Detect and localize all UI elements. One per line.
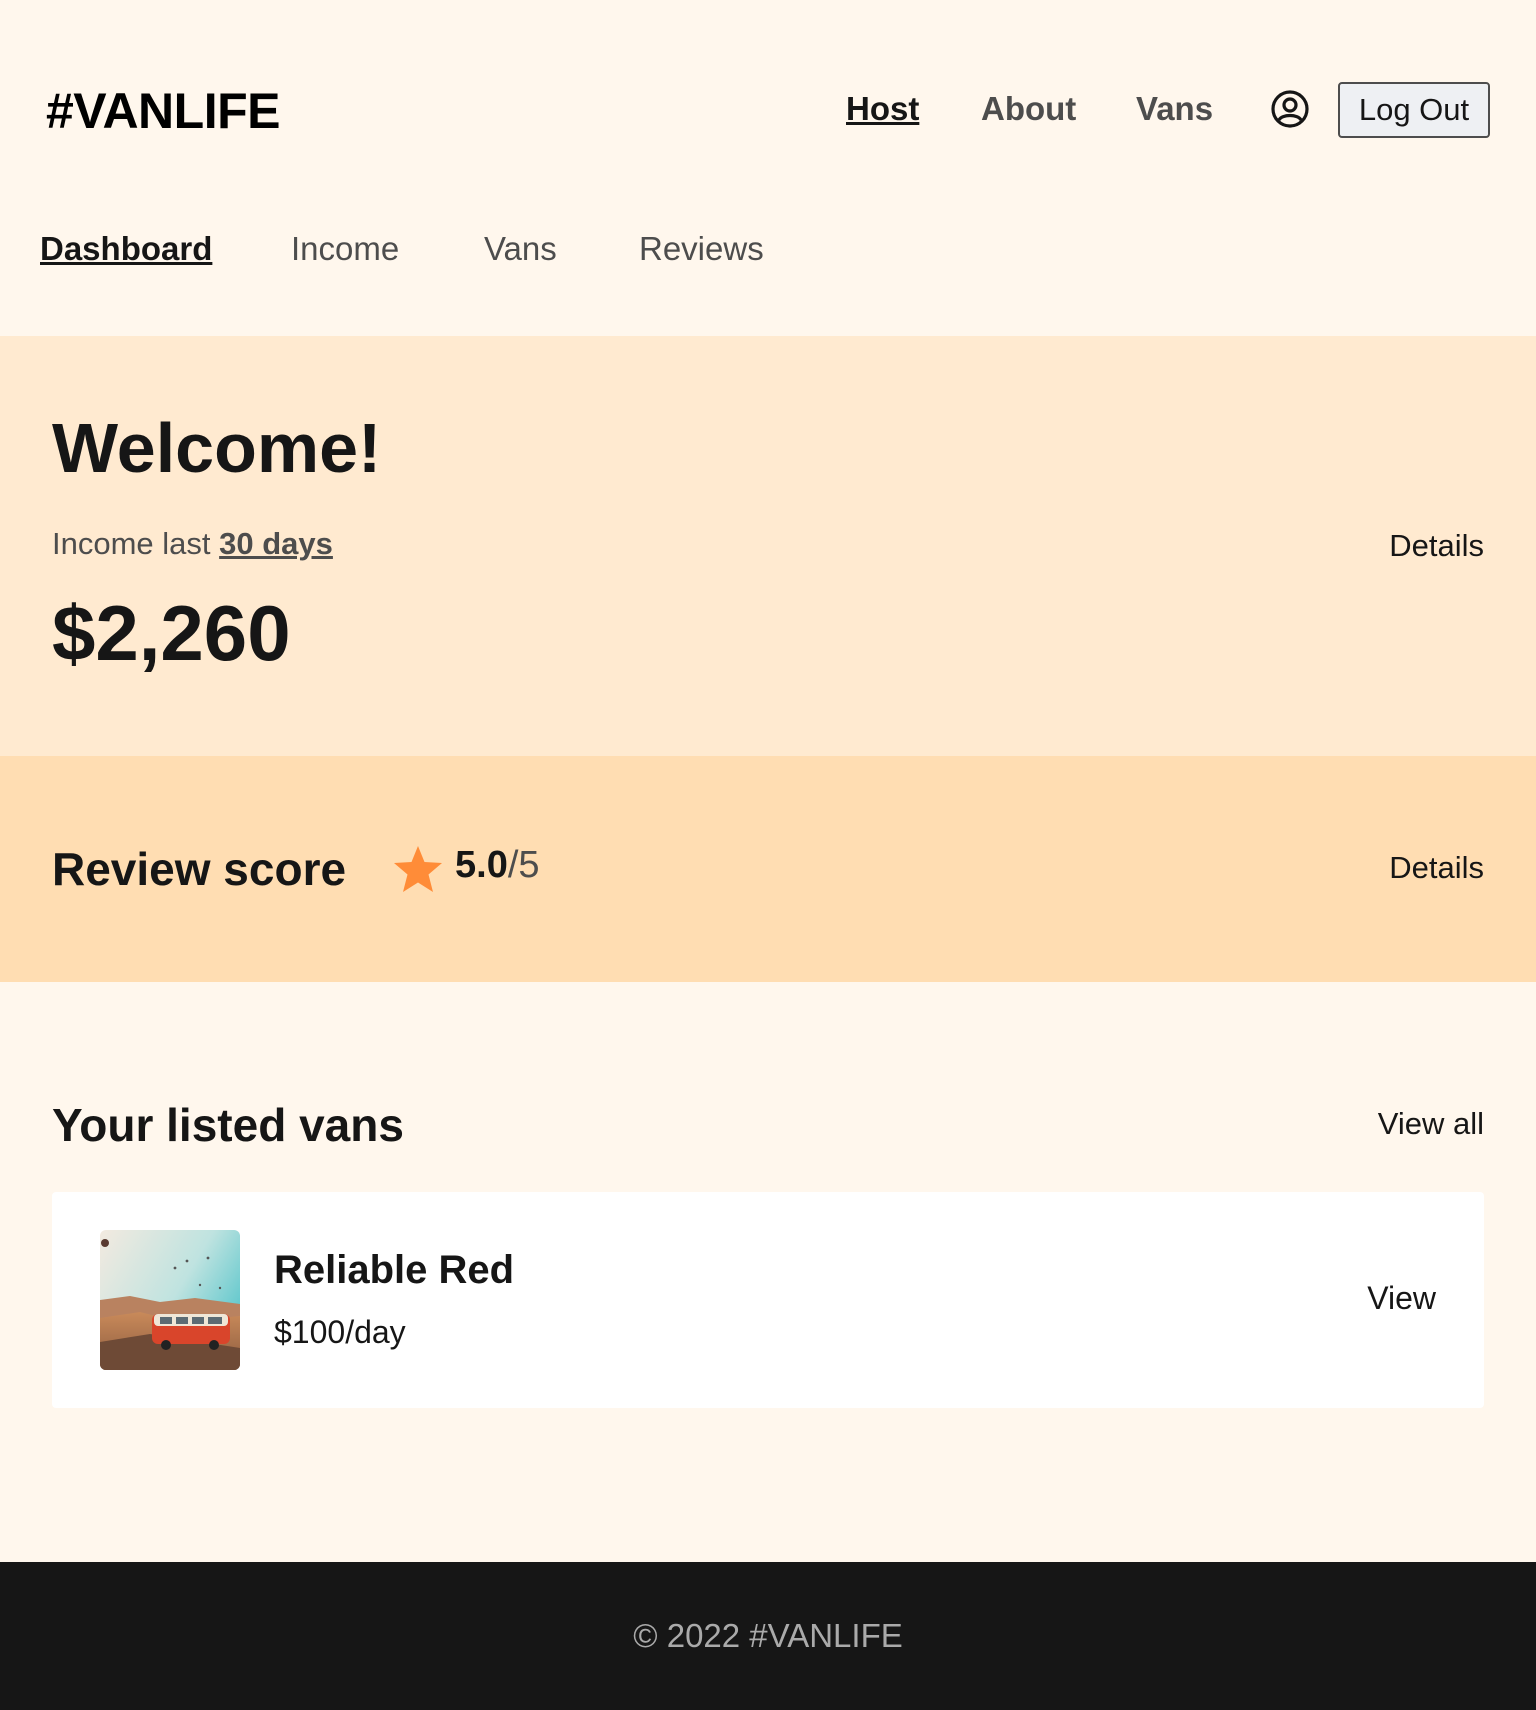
income-period-link[interactable]: 30 days [219,526,333,561]
income-amount: $2,260 [52,589,291,677]
review-section: Review score 5.0/5 Details [0,756,1536,982]
welcome-section: Welcome! Income last 30 days $2,260 Deta… [0,336,1536,756]
review-score-max: /5 [507,844,540,886]
nav-link-vans[interactable]: Vans [1136,90,1213,128]
income-summary-label: Income last 30 days [52,526,333,562]
van-list-item: Reliable Red $100/day View [52,1192,1484,1408]
review-details-link[interactable]: Details [1389,850,1484,886]
review-score-value: 5.0 [455,844,508,886]
view-all-vans-link[interactable]: View all [1378,1106,1484,1142]
income-details-link[interactable]: Details [1389,528,1484,564]
site-header: #VANLIFE Host About Vans Log Out [0,0,1536,220]
van-thumbnail [100,1230,240,1370]
van-view-link[interactable]: View [1367,1280,1436,1317]
site-footer: © 2022 #VANLIFE [0,1562,1536,1710]
host-nav-dashboard[interactable]: Dashboard [40,230,212,268]
review-score-title: Review score [52,843,347,895]
review-score: 5.0/5 [455,844,540,887]
site-logo[interactable]: #VANLIFE [46,82,281,140]
welcome-title: Welcome! [52,409,382,487]
nav-link-about[interactable]: About [981,90,1076,128]
star-icon [394,846,442,892]
income-prefix: Income last [52,526,211,561]
listed-vans-title: Your listed vans [52,1099,404,1151]
van-price: $100/day [274,1314,406,1350]
logout-button[interactable]: Log Out [1338,82,1490,138]
host-nav-reviews[interactable]: Reviews [639,230,764,268]
host-nav-income[interactable]: Income [291,230,399,268]
footer-copyright: © 2022 #VANLIFE [633,1617,903,1654]
host-nav-vans[interactable]: Vans [484,230,557,268]
user-circle-icon[interactable] [1270,89,1310,129]
van-name: Reliable Red [274,1248,515,1292]
nav-link-host[interactable]: Host [846,90,919,128]
